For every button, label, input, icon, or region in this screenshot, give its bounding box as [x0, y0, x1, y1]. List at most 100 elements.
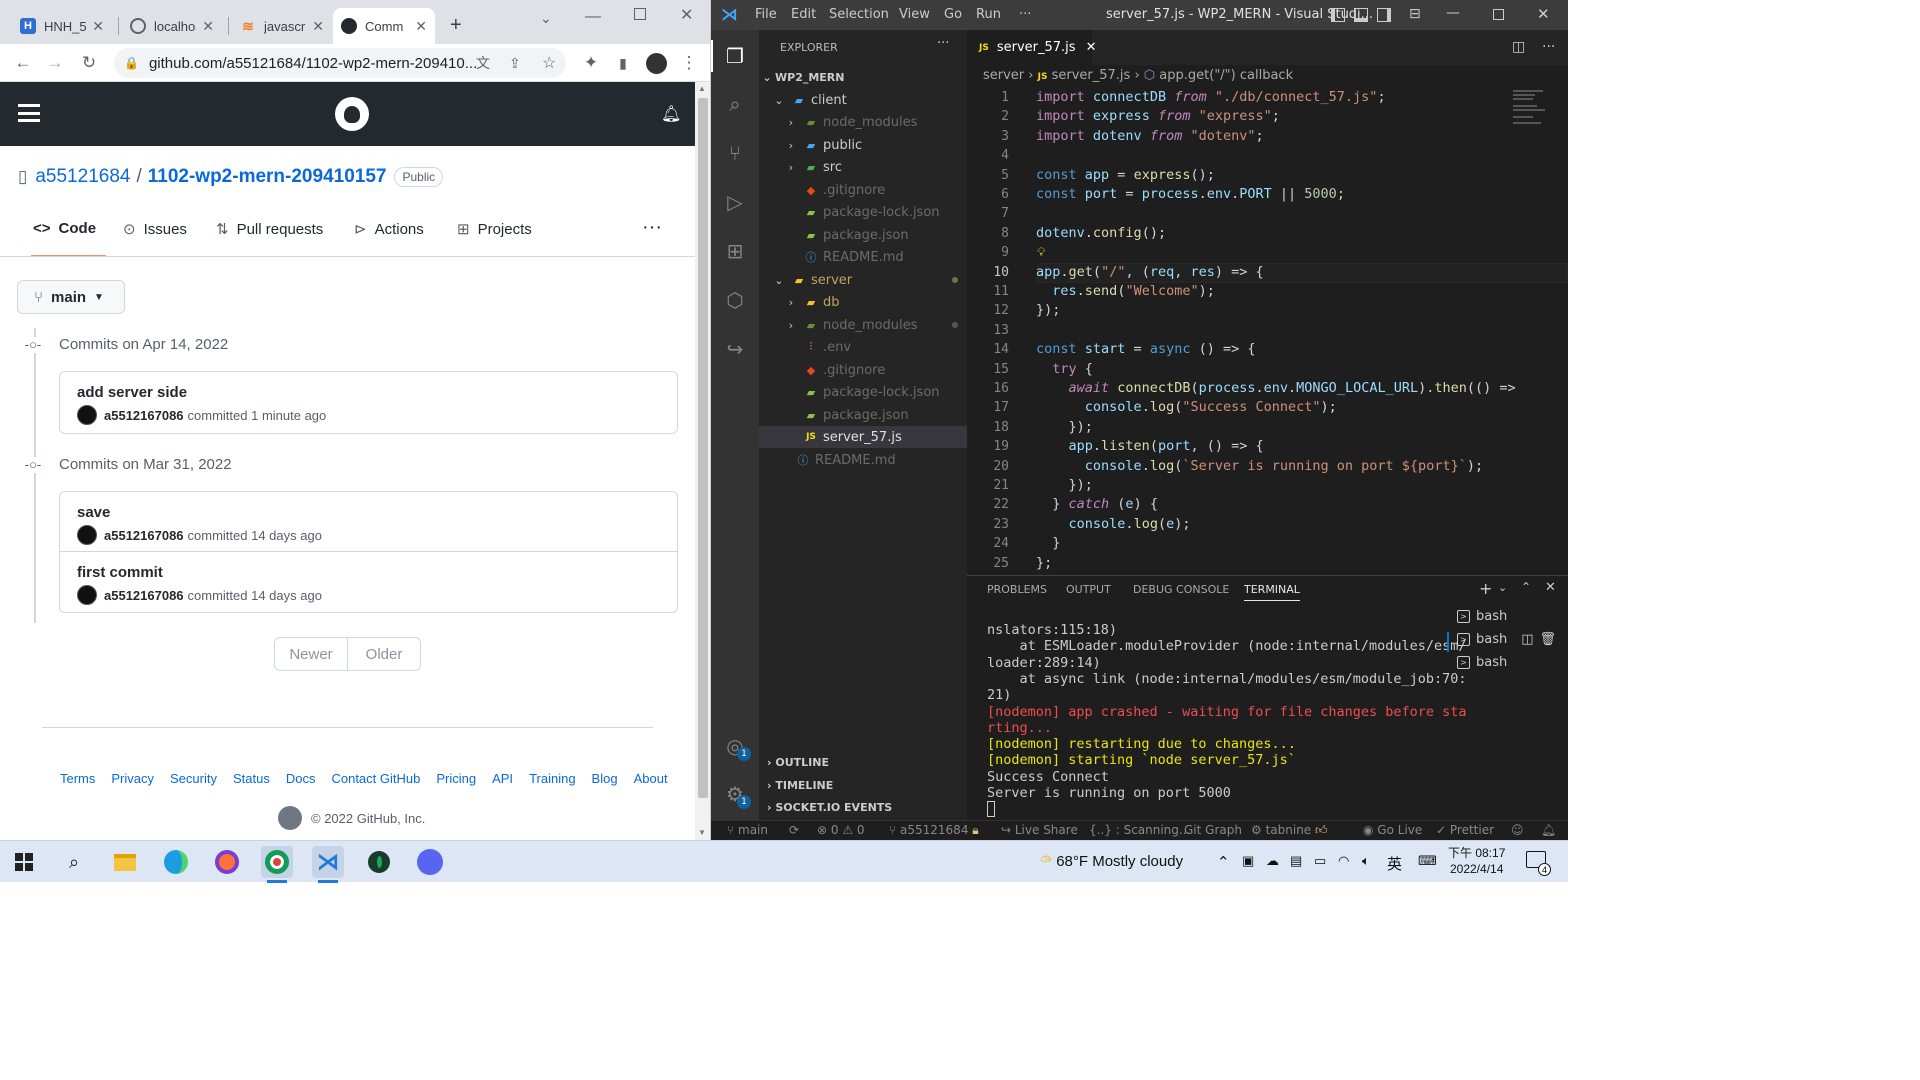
minimize-icon[interactable]: —: [1446, 5, 1460, 21]
breadcrumb-item[interactable]: server_57.js: [1052, 68, 1131, 83]
code-line[interactable]: };: [1036, 555, 1052, 571]
menu-go[interactable]: Go: [944, 7, 962, 22]
profile-avatar[interactable]: [646, 53, 667, 74]
code-line[interactable]: });: [1036, 419, 1093, 435]
extensions-icon[interactable]: ✦: [578, 50, 604, 76]
mongodb-compass-icon[interactable]: [363, 846, 395, 878]
close-tab-icon[interactable]: ✕: [1086, 40, 1097, 55]
code-line[interactable]: await connectDB(process.env.MONGO_LOCAL_…: [1036, 380, 1516, 396]
socketio-events-section[interactable]: › SOCKET.IO EVENTS: [767, 801, 892, 814]
code-line[interactable]: res.send("Welcome");: [1036, 283, 1215, 299]
weather-widget[interactable]: ⛅︎ 68°F Mostly cloudy: [1040, 853, 1183, 870]
split-terminal-icon[interactable]: ◫: [1521, 632, 1533, 647]
repo-name-link[interactable]: 1102-wp2-mern-209410157: [148, 166, 387, 188]
code-line[interactable]: console.log(`Server is running on port $…: [1036, 458, 1483, 474]
commit-row[interactable]: save a5512167086 committed 14 days ago: [60, 492, 677, 552]
close-window-icon[interactable]: ✕: [1537, 5, 1550, 23]
menu-file[interactable]: File: [755, 7, 777, 22]
maximize-panel-icon[interactable]: ⌃: [1521, 580, 1531, 594]
terminal-instance[interactable]: > bash ◫ 🗑︎: [1457, 632, 1556, 647]
tree-file-package[interactable]: ▰ package.json: [759, 404, 967, 426]
status-live-share[interactable]: ↪ Live Share: [1001, 823, 1078, 837]
footer-link[interactable]: Docs: [286, 771, 316, 786]
address-bar[interactable]: 🔒 github.com/a55121684/1102-wp2-mern-209…: [114, 48, 566, 78]
status-prettier[interactable]: ✓ Prettier: [1436, 823, 1494, 837]
chrome-icon[interactable]: [261, 846, 293, 878]
code-line[interactable]: console.log(e);: [1036, 516, 1191, 532]
split-editor-icon[interactable]: ◫: [1512, 39, 1525, 55]
browser-tab-2[interactable]: localhos ✕: [122, 8, 222, 44]
terminal-instance[interactable]: > bash: [1457, 655, 1507, 670]
translate-icon[interactable]: 文: [476, 53, 490, 73]
footer-link[interactable]: Contact GitHub: [331, 771, 420, 786]
edge-icon[interactable]: [160, 846, 192, 878]
battery-icon[interactable]: ▭: [1314, 853, 1326, 869]
code-line[interactable]: import connectDB from "./db/connect_57.j…: [1036, 89, 1386, 105]
tree-file-gitignore[interactable]: ◆ .gitignore: [759, 179, 967, 201]
github-logo-icon[interactable]: [335, 97, 369, 131]
menu-selection[interactable]: Selection: [829, 7, 889, 22]
footer-link[interactable]: Privacy: [111, 771, 154, 786]
commit-author[interactable]: a5512167086: [104, 588, 184, 603]
show-hidden-icons[interactable]: ⌃: [1217, 853, 1230, 871]
tree-file-gitignore[interactable]: ◆ .gitignore: [759, 359, 967, 381]
toggle-panel-icon[interactable]: [1354, 8, 1368, 22]
code-line[interactable]: app.get("/", (req, res) => {: [1036, 264, 1264, 280]
windows-start-icon[interactable]: [8, 846, 40, 878]
search-icon[interactable]: ⌕: [721, 90, 749, 118]
footer-link[interactable]: Training: [529, 771, 575, 786]
tab-code[interactable]: <> Code: [33, 220, 96, 237]
panel-tab-terminal[interactable]: TERMINAL: [1244, 583, 1300, 601]
volume-icon[interactable]: 🔈︎: [1362, 853, 1370, 869]
commit-message[interactable]: add server side: [77, 384, 187, 401]
sync-icon[interactable]: ⟳: [789, 823, 799, 837]
remote-explorer-icon[interactable]: ⬡: [721, 286, 749, 314]
close-tab-icon[interactable]: ✕: [92, 18, 104, 35]
footer-link[interactable]: Status: [233, 771, 270, 786]
discord-icon[interactable]: [414, 846, 446, 878]
panel-tab-debug-console[interactable]: DEBUG CONSOLE: [1133, 583, 1229, 596]
status-user[interactable]: ⑂ a55121684 🔒︎: [889, 823, 979, 838]
tree-folder-client[interactable]: ⌄ ▰ client: [759, 89, 967, 111]
tab-actions[interactable]: ⊳ Actions: [354, 220, 424, 239]
status-go-live[interactable]: ◉ Go Live: [1363, 823, 1422, 837]
more-tabs-icon[interactable]: ···: [642, 216, 662, 239]
menu-more[interactable]: ···: [1019, 7, 1031, 22]
live-share-icon[interactable]: ↪: [721, 335, 749, 363]
menu-run[interactable]: Run: [976, 7, 1001, 22]
firefox-icon[interactable]: [211, 846, 243, 878]
extensions-icon[interactable]: ⊞: [721, 237, 749, 265]
source-control-icon[interactable]: ⑂: [721, 139, 749, 167]
commit-row[interactable]: first commit a5512167086 committed 14 day…: [60, 552, 677, 612]
toggle-sidebar-icon[interactable]: [1331, 8, 1345, 22]
code-line[interactable]: dotenv.config();: [1036, 225, 1166, 241]
reload-icon[interactable]: ↻: [76, 50, 102, 76]
notifications-bell-icon[interactable]: 🔔︎: [1541, 823, 1556, 837]
code-line[interactable]: app.listen(port, () => {: [1036, 438, 1264, 454]
keyboard-icon[interactable]: ⌨: [1418, 853, 1437, 869]
minimize-icon[interactable]: —: [585, 8, 601, 26]
forward-icon[interactable]: →: [42, 50, 68, 76]
notifications-bell-icon[interactable]: 🔔︎: [661, 104, 681, 124]
bookmark-star-icon[interactable]: ☆: [542, 53, 556, 73]
code-line[interactable]: const start = async () => {: [1036, 341, 1255, 357]
explorer-icon[interactable]: ❐: [721, 42, 749, 70]
status-scanning[interactable]: {..} : Scanning...: [1089, 823, 1190, 837]
timeline-section[interactable]: › TIMELINE: [767, 779, 833, 792]
explorer-more-icon[interactable]: ···: [937, 36, 949, 51]
code-line[interactable]: try {: [1036, 361, 1093, 377]
code-line[interactable]: console.log("Success Connect");: [1036, 399, 1337, 415]
input-method[interactable]: 英: [1387, 853, 1402, 874]
footer-link[interactable]: About: [634, 771, 668, 786]
tree-folder-node-modules[interactable]: › ▰ node_modules: [759, 314, 967, 336]
minimap[interactable]: [1513, 88, 1553, 133]
avatar[interactable]: [77, 405, 97, 425]
display-icon[interactable]: ▤: [1290, 853, 1302, 869]
editor-more-icon[interactable]: ···: [1542, 39, 1555, 55]
code-line[interactable]: });: [1036, 302, 1060, 318]
close-tab-icon[interactable]: ✕: [415, 18, 427, 35]
hamburger-menu-icon[interactable]: [18, 104, 40, 122]
code-editor[interactable]: JS server_57.js ✕ ◫ ··· server › JS serv…: [967, 30, 1568, 575]
vscode-taskbar-icon[interactable]: ⋊: [312, 846, 344, 878]
status-branch[interactable]: ⑂ main: [727, 823, 768, 837]
